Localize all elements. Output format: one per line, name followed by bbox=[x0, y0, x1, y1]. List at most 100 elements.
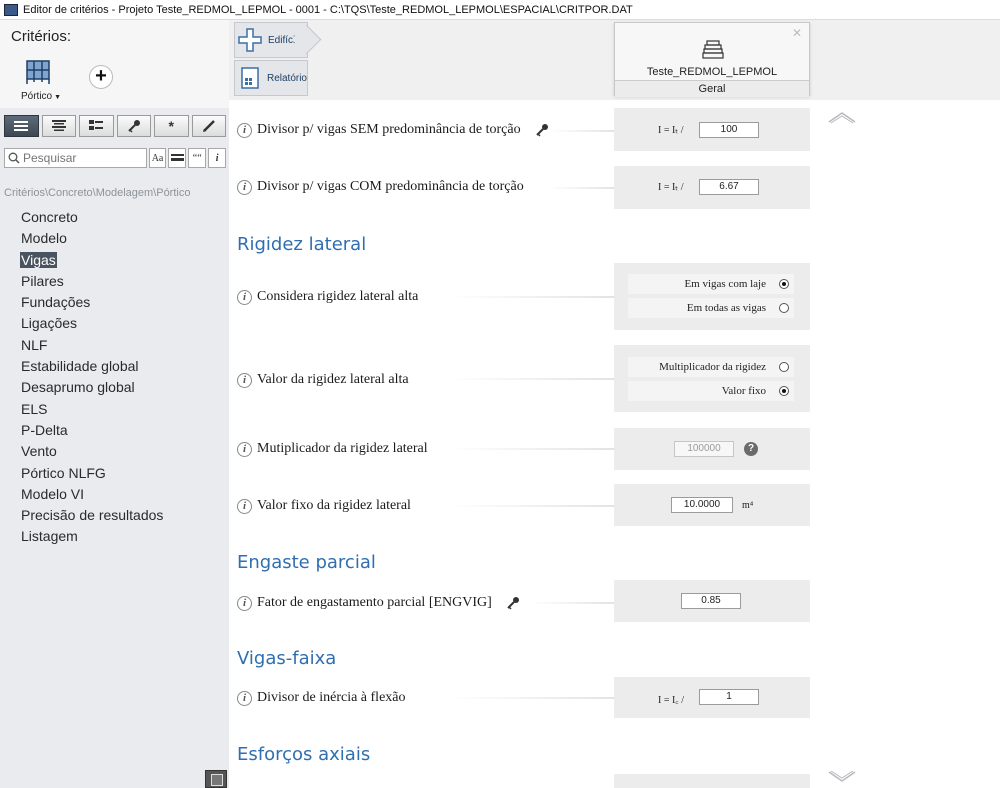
option-multiplicador[interactable]: Multiplicador da rigidez bbox=[628, 357, 794, 377]
title-bar: Editor de critérios - Projeto Teste_REDM… bbox=[0, 0, 1000, 20]
align-icon bbox=[51, 120, 66, 131]
nav-item-nlf[interactable]: NLF bbox=[21, 335, 163, 356]
option-em-todas-as-vigas[interactable]: Em todas as vigas bbox=[628, 298, 794, 318]
nav-item-vigas[interactable]: Vigas bbox=[20, 251, 57, 268]
sidebar: Critérios: Pórtico ▼ + * Pesquisar Aa ““… bbox=[0, 20, 229, 788]
nav-item-portico-nlfg[interactable]: Pórtico NLFG bbox=[21, 463, 163, 484]
breadcrumb: Critérios\Concreto\Modelagem\Pórtico bbox=[4, 187, 191, 199]
info-icon[interactable]: i bbox=[237, 595, 252, 611]
nav-item-els[interactable]: ELS bbox=[21, 399, 163, 420]
divisor-input-cell: I = I꜀ / 1 bbox=[614, 677, 810, 718]
mult-input[interactable]: 100000 bbox=[674, 441, 734, 457]
section-vigas-faixa: Vigas-faixa bbox=[237, 648, 337, 669]
criteria-header: Critérios: Pórtico ▼ + bbox=[0, 20, 229, 108]
quotes-button[interactable]: ““ bbox=[188, 148, 207, 168]
nav-item-precisao[interactable]: Precisão de resultados bbox=[21, 505, 163, 526]
option-em-vigas-com-laje[interactable]: Em vigas com laje bbox=[628, 274, 794, 294]
sem-label: Divisor p/ vigas SEM predominância de to… bbox=[257, 122, 521, 137]
whole-word-button[interactable] bbox=[168, 148, 187, 168]
connector-line bbox=[449, 296, 614, 298]
edit-button[interactable] bbox=[191, 115, 226, 137]
nav-item-concreto[interactable]: Concreto bbox=[21, 207, 163, 228]
fixo-input[interactable]: 10.0000 bbox=[671, 497, 733, 513]
nav-item-p-delta[interactable]: P-Delta bbox=[21, 420, 163, 441]
divisor-input[interactable]: 1 bbox=[699, 689, 759, 705]
option-label: Em todas as vigas bbox=[686, 302, 766, 314]
key-icon bbox=[128, 120, 140, 133]
search-field[interactable] bbox=[4, 148, 147, 168]
save-button[interactable] bbox=[205, 770, 227, 788]
sem-prefix: I = Iₜ / bbox=[658, 125, 684, 136]
sem-divisor-input[interactable]: 100 bbox=[699, 122, 759, 138]
nav-item-listagem[interactable]: Listagem bbox=[21, 526, 163, 547]
tab-edificio[interactable]: Edifício bbox=[234, 22, 308, 58]
connector-line bbox=[549, 187, 614, 189]
info-search-button[interactable]: i bbox=[208, 148, 226, 168]
model-card[interactable]: ✕ Teste_REDMOL_LEPMOL Geral bbox=[614, 22, 810, 97]
info-icon[interactable]: i bbox=[237, 122, 252, 138]
help-icon[interactable]: ? bbox=[744, 442, 758, 456]
fator-input[interactable]: 0.85 bbox=[681, 593, 741, 609]
connector-line bbox=[529, 602, 614, 604]
info-icon[interactable]: i bbox=[237, 690, 252, 706]
info-icon[interactable]: i bbox=[237, 372, 252, 388]
key-icon bbox=[535, 124, 548, 137]
search-icon bbox=[8, 152, 20, 164]
nav-item-ligacoes[interactable]: Ligações bbox=[21, 313, 163, 334]
scroll-down-icon[interactable] bbox=[827, 770, 857, 784]
scroll-up-icon[interactable] bbox=[827, 110, 857, 124]
info-icon[interactable]: i bbox=[237, 289, 252, 305]
divisor-label: Divisor de inércia à flexão bbox=[257, 690, 406, 705]
text-lines-icon bbox=[170, 154, 184, 161]
option-valor-fixo[interactable]: Valor fixo bbox=[628, 381, 794, 401]
plus-cross-icon bbox=[238, 28, 262, 52]
portico-icon bbox=[26, 60, 50, 84]
criteria-nav-list: Concreto Modelo Vigas Pilares Fundações … bbox=[20, 207, 163, 548]
nav-item-modelo[interactable]: Modelo bbox=[21, 228, 163, 249]
compact-view-button[interactable] bbox=[41, 115, 76, 137]
key-icon bbox=[507, 597, 519, 610]
connector-line bbox=[449, 448, 614, 450]
list-view-button[interactable] bbox=[4, 115, 39, 137]
asterisk-filter-button[interactable]: * bbox=[154, 115, 189, 137]
fator-row: i Fator de engastamento parcial [ENGVIG] bbox=[237, 595, 520, 611]
info-icon[interactable]: i bbox=[237, 498, 252, 514]
info-icon[interactable]: i bbox=[237, 441, 252, 457]
search-input[interactable] bbox=[23, 151, 143, 165]
divisor-row: i Divisor de inércia à flexão bbox=[237, 690, 406, 706]
radio-unselected[interactable] bbox=[779, 362, 789, 372]
add-criteria-button[interactable]: + bbox=[89, 65, 113, 89]
radio-selected[interactable] bbox=[779, 279, 789, 289]
portico-button[interactable]: Pórtico ▼ bbox=[18, 58, 62, 106]
detail-view-button[interactable] bbox=[79, 115, 114, 137]
dropdown-arrow-icon: ▼ bbox=[52, 94, 61, 101]
info-icon[interactable]: i bbox=[237, 179, 252, 195]
tab-relatorio[interactable]: Relatório bbox=[234, 60, 308, 96]
nav-item-pilares[interactable]: Pilares bbox=[21, 271, 163, 292]
option-label: Valor fixo bbox=[721, 385, 766, 397]
nav-item-fundacoes[interactable]: Fundações bbox=[21, 292, 163, 313]
com-input-cell: I = Iₜ / 6.67 bbox=[614, 166, 810, 209]
nav-item-modelo-vi[interactable]: Modelo VI bbox=[21, 484, 163, 505]
radio-selected[interactable] bbox=[779, 386, 789, 396]
match-case-button[interactable]: Aa bbox=[148, 148, 167, 168]
nav-item-desaprumo-global[interactable]: Desaprumo global bbox=[21, 377, 163, 398]
section-engaste-parcial: Engaste parcial bbox=[237, 552, 376, 573]
com-row: i Divisor p/ vigas COM predominância de … bbox=[237, 179, 524, 195]
criteria-heading: Critérios: bbox=[11, 28, 72, 45]
radio-unselected[interactable] bbox=[779, 303, 789, 313]
com-divisor-input[interactable]: 6.67 bbox=[699, 179, 759, 195]
nav-item-estabilidade-global[interactable]: Estabilidade global bbox=[21, 356, 163, 377]
nav-item-vento[interactable]: Vento bbox=[21, 441, 163, 462]
key-filter-button[interactable] bbox=[116, 115, 151, 137]
model-sub-tab[interactable]: Geral bbox=[615, 80, 809, 97]
plus-icon: + bbox=[95, 65, 107, 87]
fator-label: Fator de engastamento parcial [ENGVIG] bbox=[257, 595, 492, 610]
list-icon bbox=[14, 121, 29, 131]
connector-line bbox=[449, 505, 614, 507]
report-icon bbox=[241, 67, 259, 89]
close-icon[interactable]: ✕ bbox=[792, 26, 802, 40]
building-icon bbox=[702, 40, 724, 59]
com-label: Divisor p/ vigas COM predominância de to… bbox=[257, 179, 524, 194]
main-header: Edifício Relatório ✕ Teste_REDMOL_LEPMOL… bbox=[229, 20, 1000, 100]
